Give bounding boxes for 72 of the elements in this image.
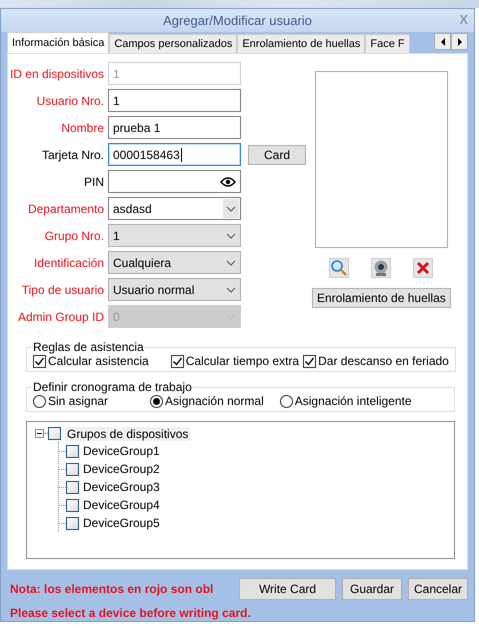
group-title: Definir cronograma de trabajo xyxy=(33,380,192,394)
field-label: Grupo Nro. xyxy=(44,228,105,242)
field-label: Usuario Nro. xyxy=(36,94,105,108)
left-arrow-icon xyxy=(438,38,446,46)
checkbox-option[interactable]: Dar descanso en feriado xyxy=(303,354,449,368)
chevron-down-icon xyxy=(226,206,236,212)
dropdown[interactable]: 1 xyxy=(108,224,241,247)
radio-option[interactable]: Asignación normal xyxy=(150,394,264,408)
radio-button[interactable] xyxy=(33,394,46,408)
webcam-icon xyxy=(372,259,390,277)
field-label: Tipo de usuario xyxy=(20,282,105,296)
scroll-right-button[interactable] xyxy=(451,33,468,50)
card-button[interactable]: Card xyxy=(248,144,306,164)
dialog-button[interactable]: Guardar xyxy=(342,578,402,600)
tree-item[interactable]: DeviceGroup2 xyxy=(83,462,160,476)
field-label: PIN xyxy=(82,174,105,188)
chevron-down-icon xyxy=(226,286,236,292)
tab[interactable]: Face F xyxy=(365,34,410,53)
checkbox[interactable] xyxy=(170,354,184,368)
checkbox-option[interactable]: Calcular asistencia xyxy=(33,354,149,368)
window-title: Agregar/Modificar usuario xyxy=(163,13,312,28)
magnifier-icon xyxy=(330,259,348,277)
dropdown[interactable]: Cualquiera xyxy=(108,251,241,274)
tree-item[interactable]: DeviceGroup3 xyxy=(83,480,160,494)
dialog-button[interactable]: Write Card xyxy=(239,578,336,600)
field-label: Nombre xyxy=(60,120,105,134)
field-label: ID en dispositivos xyxy=(8,66,105,80)
eye-icon[interactable] xyxy=(220,176,236,186)
right-arrow-icon xyxy=(456,38,464,46)
delete-button[interactable] xyxy=(413,258,434,278)
chevron-down-icon xyxy=(226,260,236,266)
tree-item[interactable]: DeviceGroup4 xyxy=(83,498,160,512)
pin-field[interactable] xyxy=(108,170,241,193)
checkbox[interactable] xyxy=(48,427,61,440)
dialog-button[interactable]: Cancelar xyxy=(408,578,468,600)
combo-field[interactable]: asdasd xyxy=(108,197,241,220)
chevron-down-icon xyxy=(226,232,236,238)
checkbox[interactable] xyxy=(66,462,79,476)
field-label: Tarjeta Nro. xyxy=(40,148,105,162)
input-field[interactable]: 0000158463 xyxy=(108,143,241,166)
search-button[interactable] xyxy=(329,258,350,278)
group-title: Reglas de asistencia xyxy=(33,340,144,354)
fingerprint-enroll-button[interactable]: Enrolamiento de huellas xyxy=(312,288,451,308)
cross-icon xyxy=(415,260,432,276)
checkbox[interactable] xyxy=(33,354,46,368)
tab[interactable]: Enrolamiento de huellas xyxy=(237,34,366,53)
input-field[interactable]: 1 xyxy=(108,89,241,112)
tree-item[interactable]: DeviceGroup1 xyxy=(83,444,160,458)
checkbox[interactable] xyxy=(66,480,79,494)
tree-item[interactable]: DeviceGroup5 xyxy=(83,516,160,530)
tab[interactable]: Campos personalizados xyxy=(109,34,238,53)
tab[interactable]: Información básica xyxy=(7,32,110,53)
checkbox-option[interactable]: Calcular tiempo extra xyxy=(170,354,300,368)
note-text: Nota: los elementos en rojo son obl xyxy=(10,582,214,596)
checkbox[interactable] xyxy=(303,354,316,368)
scroll-left-button[interactable] xyxy=(434,33,451,50)
webcam-button[interactable] xyxy=(371,258,392,278)
tree-item[interactable]: Grupos de dispositivos xyxy=(65,426,190,440)
dropdown[interactable]: Usuario normal xyxy=(108,278,241,301)
checkbox[interactable] xyxy=(66,498,79,512)
field-label: Admin Group ID xyxy=(16,310,105,324)
radio-option[interactable]: Sin asignar xyxy=(33,394,108,408)
field-label: Departamento xyxy=(26,202,105,216)
checkbox[interactable] xyxy=(66,516,79,530)
radio-option[interactable]: Asignación inteligente xyxy=(280,394,412,408)
radio-button[interactable] xyxy=(280,394,293,408)
input-field[interactable]: prueba 1 xyxy=(108,116,241,139)
warning-text: Please select a device before writing card. xyxy=(10,606,252,620)
radio-button[interactable] xyxy=(150,394,164,408)
checkbox[interactable] xyxy=(66,444,79,458)
collapse-icon[interactable] xyxy=(35,429,44,438)
field-label: Identificación xyxy=(32,256,105,270)
